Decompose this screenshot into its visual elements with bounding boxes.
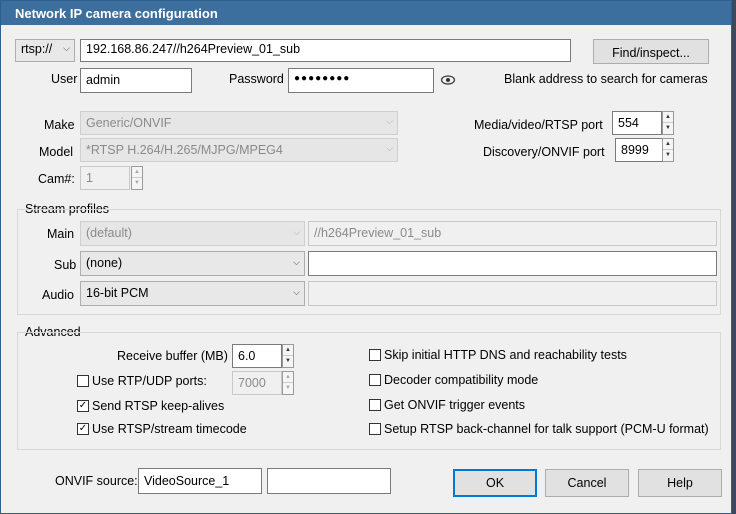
blank-address-hint: Blank address to search for cameras — [504, 72, 708, 86]
sub-profile-value: (none) — [86, 256, 123, 270]
onvif-source-extra-input[interactable] — [267, 468, 391, 494]
rtp-udp-checkbox[interactable] — [77, 375, 89, 387]
spin-down-icon: ▼ — [665, 152, 671, 158]
receive-buffer-spinner[interactable]: ▲ ▼ — [282, 344, 294, 368]
audio-value: 16-bit PCM — [86, 286, 149, 300]
audio-label: Audio — [42, 288, 74, 302]
spin-up-icon: ▲ — [283, 372, 293, 383]
audio-path — [308, 281, 717, 306]
password-input[interactable]: ●●●●●●●● — [288, 68, 434, 93]
make-select[interactable]: Generic/ONVIF ⌵ — [80, 111, 398, 135]
chevron-down-icon: ⌵ — [386, 116, 393, 126]
discovery-port-spinner[interactable]: ▲ ▼ — [662, 138, 674, 162]
make-label: Make — [44, 118, 75, 132]
chevron-down-icon: ⌵ — [386, 143, 393, 153]
config-dialog: Network IP camera configuration rtsp:// … — [0, 0, 732, 514]
decoder-compat-checkbox[interactable] — [369, 374, 381, 386]
main-profile-label: Main — [47, 227, 75, 241]
cam-number-input[interactable]: 1 — [80, 166, 130, 190]
spin-up-icon: ▲ — [663, 139, 673, 150]
ok-button[interactable]: OK — [453, 469, 537, 497]
sub-profile-label: Sub — [54, 258, 77, 272]
spin-down-icon: ▼ — [285, 358, 291, 364]
keepalive-label: Send RTSP keep-alives — [92, 399, 225, 413]
backchannel-label: Setup RTSP back-channel for talk support… — [384, 422, 709, 436]
chevron-down-icon: ⌵ — [63, 43, 70, 53]
rtp-udp-port-spinner[interactable]: ▲ ▼ — [282, 371, 294, 395]
skip-dns-checkbox[interactable] — [369, 349, 381, 361]
keepalive-checkbox[interactable]: ✓ — [77, 400, 89, 412]
spin-down-icon: ▼ — [134, 180, 140, 186]
spin-up-icon: ▲ — [663, 112, 673, 123]
cancel-button[interactable]: Cancel — [545, 469, 629, 497]
cam-number-label: Cam#: — [38, 172, 75, 186]
audio-select[interactable]: 16-bit PCM ⌵ — [80, 281, 305, 306]
cam-number-spinner[interactable]: ▲ ▼ — [131, 166, 143, 190]
rtp-udp-port-input[interactable]: 7000 — [232, 371, 282, 395]
spin-down-icon: ▼ — [285, 385, 291, 391]
timecode-label: Use RTSP/stream timecode — [92, 422, 247, 436]
receive-buffer-label: Receive buffer (MB) — [117, 349, 228, 363]
spin-up-icon: ▲ — [283, 345, 293, 356]
skip-dns-label: Skip initial HTTP DNS and reachability t… — [384, 348, 627, 362]
user-input[interactable]: admin — [80, 68, 192, 93]
media-port-input[interactable]: 554 — [612, 111, 662, 135]
show-password-icon[interactable] — [441, 75, 455, 85]
spin-down-icon: ▼ — [665, 125, 671, 131]
model-value: *RTSP H.264/H.265/MJPG/MPEG4 — [86, 143, 283, 157]
main-profile-path: //h264Preview_01_sub — [308, 221, 717, 246]
decoder-compat-label: Decoder compatibility mode — [384, 373, 539, 387]
sub-profile-path[interactable] — [308, 251, 717, 276]
onvif-source-label: ONVIF source: — [55, 474, 138, 488]
receive-buffer-input[interactable]: 6.0 — [232, 344, 282, 368]
model-label: Model — [39, 145, 74, 159]
onvif-events-label: Get ONVIF trigger events — [384, 398, 526, 412]
chevron-down-icon: ⌵ — [293, 257, 300, 267]
media-port-label: Media/video/RTSP port — [474, 118, 603, 132]
rtp-udp-label: Use RTP/UDP ports: — [92, 374, 207, 388]
timecode-checkbox[interactable]: ✓ — [77, 423, 89, 435]
backchannel-checkbox[interactable] — [369, 423, 381, 435]
protocol-value: rtsp:// — [21, 42, 53, 56]
chevron-down-icon: ⌵ — [293, 227, 300, 237]
discovery-port-label: Discovery/ONVIF port — [483, 145, 605, 159]
main-profile-value: (default) — [86, 226, 132, 240]
onvif-source-input[interactable]: VideoSource_1 — [138, 468, 262, 494]
address-input[interactable]: 192.168.86.247//h264Preview_01_sub — [80, 39, 571, 62]
protocol-select[interactable]: rtsp:// ⌵ — [15, 39, 75, 62]
password-label: Password — [229, 72, 284, 86]
model-select[interactable]: *RTSP H.264/H.265/MJPG/MPEG4 ⌵ — [80, 138, 398, 162]
chevron-down-icon: ⌵ — [293, 287, 300, 297]
sub-profile-select[interactable]: (none) ⌵ — [80, 251, 305, 276]
discovery-port-input[interactable]: 8999 — [615, 138, 663, 162]
media-port-spinner[interactable]: ▲ ▼ — [662, 111, 674, 135]
main-profile-select[interactable]: (default) ⌵ — [80, 221, 305, 246]
make-value: Generic/ONVIF — [86, 116, 172, 130]
dialog-title: Network IP camera configuration — [1, 1, 731, 25]
spin-up-icon: ▲ — [132, 167, 142, 178]
onvif-events-checkbox[interactable] — [369, 399, 381, 411]
help-button[interactable]: Help — [638, 469, 722, 497]
find-inspect-button[interactable]: Find/inspect... — [593, 39, 709, 64]
user-label: User — [51, 72, 78, 86]
